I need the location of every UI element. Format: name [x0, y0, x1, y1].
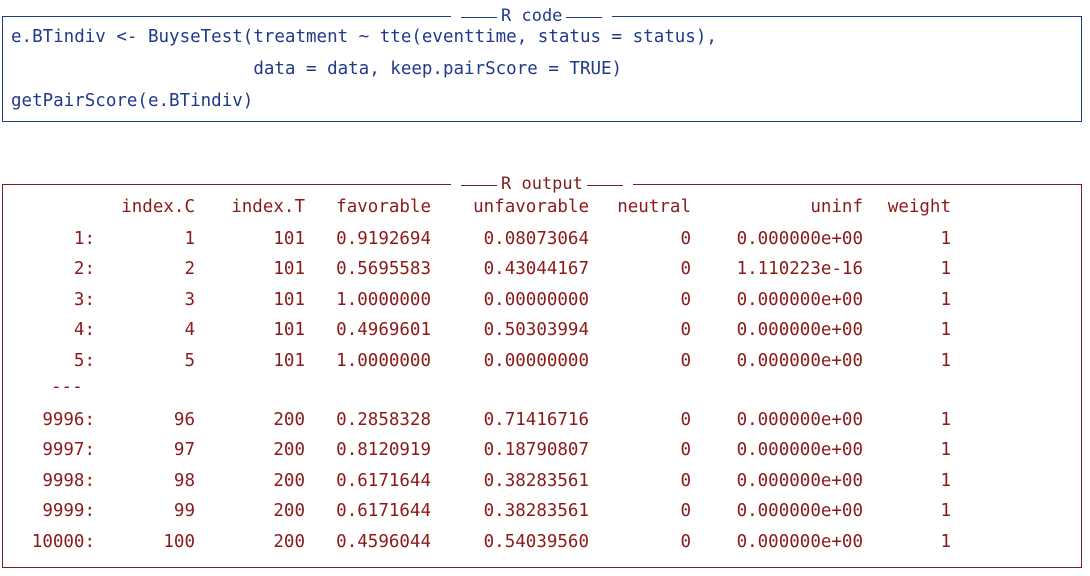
- table-cell: 0: [680, 320, 691, 340]
- table-cell: 0: [680, 289, 691, 310]
- output-box-title: R output: [451, 174, 633, 194]
- table-cell: 1: [940, 470, 951, 491]
- column-header: weight: [887, 197, 951, 217]
- table-cell: 1: [940, 259, 951, 279]
- table-cell: 200: [273, 531, 305, 552]
- table-cell: 0.5695583: [336, 259, 431, 279]
- table-cell: 0.00000000: [483, 289, 589, 310]
- table-cell: 0.38283561: [483, 501, 589, 521]
- column-header: favorable: [336, 197, 431, 217]
- table-cell: 101: [273, 289, 305, 310]
- row-separator: ---: [51, 377, 83, 397]
- code-line: e.BTindiv <- BuyseTest(treatment ~ tte(e…: [11, 27, 717, 47]
- row-label: 2:: [73, 259, 95, 279]
- table-cell: 1: [940, 320, 951, 340]
- table-cell: 1: [940, 409, 951, 430]
- row-label: 3:: [73, 289, 95, 310]
- code-box: R code e.BTindiv <- BuyseTest(treatment …: [2, 6, 1082, 122]
- table-cell: 200: [273, 440, 305, 460]
- code-line: getPairScore(e.BTindiv): [11, 91, 254, 111]
- table-cell: 97: [173, 440, 195, 460]
- table-cell: 0.6171644: [336, 470, 431, 491]
- table-cell: 1: [940, 531, 951, 552]
- table-cell: 0.08073064: [483, 228, 589, 249]
- table-cell: 0: [680, 259, 691, 279]
- table-cell: 0.54039560: [483, 531, 589, 552]
- table-cell: 1: [940, 501, 951, 521]
- table-cell: 0.50303994: [483, 320, 589, 340]
- table-cell: 0: [680, 409, 691, 430]
- table-cell: 0.43044167: [483, 259, 589, 279]
- table-cell: 96: [173, 409, 195, 430]
- table-cell: 0.000000e+00: [736, 440, 863, 460]
- table-cell: 100: [163, 531, 195, 552]
- table-cell: 0.000000e+00: [736, 531, 863, 552]
- code-line: data = data, keep.pairScore = TRUE): [11, 59, 623, 79]
- table-cell: 0.38283561: [483, 470, 589, 491]
- row-label: 9998:: [42, 470, 95, 491]
- table-cell: 1.110223e-16: [736, 259, 863, 279]
- table-cell: 0.9192694: [336, 228, 431, 249]
- table-cell: 101: [273, 259, 305, 279]
- table-cell: 0: [680, 470, 691, 491]
- row-label: 5:: [73, 350, 95, 371]
- table-cell: 101: [273, 228, 305, 249]
- table-cell: 2: [184, 259, 195, 279]
- table-cell: 200: [273, 501, 305, 521]
- row-label: 10000:: [31, 531, 95, 552]
- row-label: 9997:: [42, 440, 95, 460]
- column-header: uninf: [810, 197, 863, 217]
- table-cell: 0.000000e+00: [736, 228, 863, 249]
- row-label: 4:: [73, 320, 95, 340]
- table-cell: 0: [680, 531, 691, 552]
- table-cell: 0.000000e+00: [736, 409, 863, 430]
- table-cell: 0.000000e+00: [736, 470, 863, 491]
- table-cell: 0.6171644: [336, 501, 431, 521]
- table-cell: 1.0000000: [336, 350, 431, 371]
- column-header: index.C: [121, 197, 195, 217]
- table-cell: 5: [184, 350, 195, 371]
- code-box-title: R code: [451, 6, 613, 26]
- table-cell: 1: [940, 440, 951, 460]
- table-cell: 0: [680, 501, 691, 521]
- table-cell: 99: [173, 501, 195, 521]
- row-label: 9996:: [42, 409, 95, 430]
- table-cell: 0: [680, 228, 691, 249]
- table-cell: 4: [184, 320, 195, 340]
- table-cell: 101: [273, 320, 305, 340]
- table-cell: 200: [273, 470, 305, 491]
- table-cell: 3: [184, 289, 195, 310]
- table-cell: 0.8120919: [336, 440, 431, 460]
- table-cell: 0.000000e+00: [736, 320, 863, 340]
- table-cell: 0: [680, 350, 691, 371]
- table-cell: 1: [184, 228, 195, 249]
- table-cell: 0.000000e+00: [736, 289, 863, 310]
- table-cell: 0.4596044: [336, 531, 431, 552]
- table-cell: 0.4969601: [336, 320, 431, 340]
- table-cell: 0: [680, 440, 691, 460]
- table-cell: 0.71416716: [483, 409, 589, 430]
- column-header: index.T: [231, 197, 305, 217]
- table-cell: 0.2858328: [336, 409, 431, 430]
- table-cell: 1: [940, 289, 951, 310]
- table-cell: 1: [940, 228, 951, 249]
- table-cell: 1: [940, 350, 951, 371]
- table-cell: 0.000000e+00: [736, 501, 863, 521]
- table-cell: 0.00000000: [483, 350, 589, 371]
- row-label: 9999:: [42, 501, 95, 521]
- table-cell: 1.0000000: [336, 289, 431, 310]
- table-cell: 200: [273, 409, 305, 430]
- table-cell: 98: [173, 470, 195, 491]
- table-cell: 0.000000e+00: [736, 350, 863, 371]
- column-header: unfavorable: [473, 197, 589, 217]
- output-box: R output index.C index.T favorable unfavora…: [2, 174, 1082, 568]
- row-label: 1:: [73, 228, 95, 249]
- table-cell: 101: [273, 350, 305, 371]
- column-header: neutral: [617, 197, 691, 217]
- table-cell: 0.18790807: [483, 440, 589, 460]
